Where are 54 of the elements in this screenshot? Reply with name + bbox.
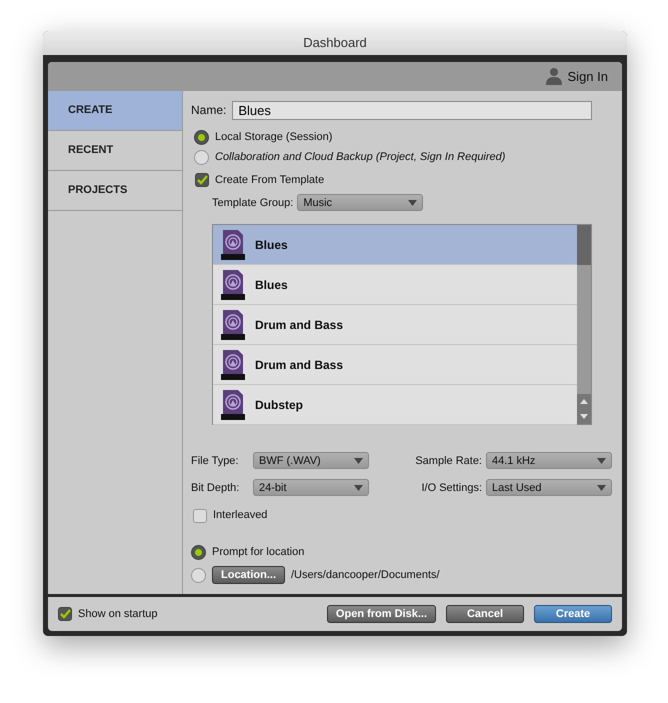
scrollbar[interactable] bbox=[577, 225, 591, 424]
scrollbar-thumb[interactable] bbox=[577, 225, 591, 266]
dropdown[interactable]: 24-bit bbox=[253, 479, 369, 496]
template-file-icon bbox=[221, 230, 245, 260]
template-row[interactable]: Drum and Bass bbox=[213, 345, 577, 386]
template-file-icon bbox=[221, 270, 245, 300]
checkbox-label: Create From Template bbox=[215, 172, 324, 188]
user-icon[interactable] bbox=[544, 67, 563, 86]
caret-icon bbox=[354, 485, 363, 492]
dropdown[interactable]: BWF (.WAV) bbox=[253, 452, 369, 470]
template-group-label: Template Group: bbox=[212, 196, 294, 211]
checkbox[interactable] bbox=[193, 508, 207, 523]
setting-label: Sample Rate: bbox=[414, 454, 483, 469]
dialog-button[interactable]: Create bbox=[534, 605, 612, 624]
path-text: /Users/dancooper/Documents/ bbox=[291, 568, 440, 584]
sidebar-tab[interactable]: RECENT bbox=[48, 130, 182, 171]
template-row[interactable]: Blues bbox=[213, 225, 577, 266]
caret-icon bbox=[597, 458, 606, 464]
dropdown[interactable]: 44.1 kHz bbox=[486, 452, 612, 470]
template-row[interactable]: Dubstep bbox=[213, 385, 577, 426]
radio-label: Local Storage (Session) bbox=[215, 130, 332, 145]
setting-label: I/O Settings: bbox=[420, 480, 483, 496]
location-button[interactable]: Location... bbox=[212, 566, 285, 584]
sidebar-tab[interactable]: PROJECTS bbox=[48, 170, 182, 211]
setting-label: File Type: bbox=[191, 454, 240, 469]
window-title: Dashboard bbox=[303, 34, 367, 52]
radio-button[interactable] bbox=[191, 568, 206, 583]
sign-in-link[interactable]: Sign In bbox=[568, 66, 608, 86]
template-row[interactable]: Drum and Bass bbox=[213, 305, 577, 346]
template-file-icon bbox=[221, 350, 245, 380]
caret-icon bbox=[408, 200, 418, 206]
checkbox[interactable] bbox=[195, 173, 209, 188]
dialog-button[interactable]: Open from Disk... bbox=[326, 605, 436, 624]
sidebar-tab[interactable]: CREATE bbox=[48, 90, 182, 131]
scroll-arrows-icon[interactable] bbox=[577, 394, 591, 424]
radio-label: Prompt for location bbox=[212, 544, 304, 560]
checkbox[interactable] bbox=[58, 607, 72, 622]
radio-button[interactable] bbox=[194, 130, 209, 145]
name-field[interactable]: Blues bbox=[232, 100, 592, 120]
template-file-icon bbox=[221, 310, 245, 340]
checkbox-label: Interleaved bbox=[213, 508, 268, 524]
radio-label: Collaboration and Cloud Backup (Project, Sign In Required) bbox=[215, 150, 506, 166]
dropdown[interactable]: Last Used bbox=[486, 479, 612, 496]
checkbox-label: Show on startup bbox=[78, 606, 158, 622]
dropdown[interactable]: Music bbox=[297, 194, 424, 212]
dialog-button[interactable]: Cancel bbox=[446, 605, 524, 624]
template-row[interactable]: Blues bbox=[213, 265, 577, 306]
radio-button[interactable] bbox=[194, 150, 209, 166]
template-file-icon bbox=[221, 390, 245, 420]
caret-icon bbox=[597, 485, 606, 492]
radio-button[interactable] bbox=[191, 544, 206, 560]
caret-icon bbox=[354, 458, 363, 464]
setting-label: Bit Depth: bbox=[191, 480, 240, 496]
name-label: Name: bbox=[191, 102, 226, 120]
